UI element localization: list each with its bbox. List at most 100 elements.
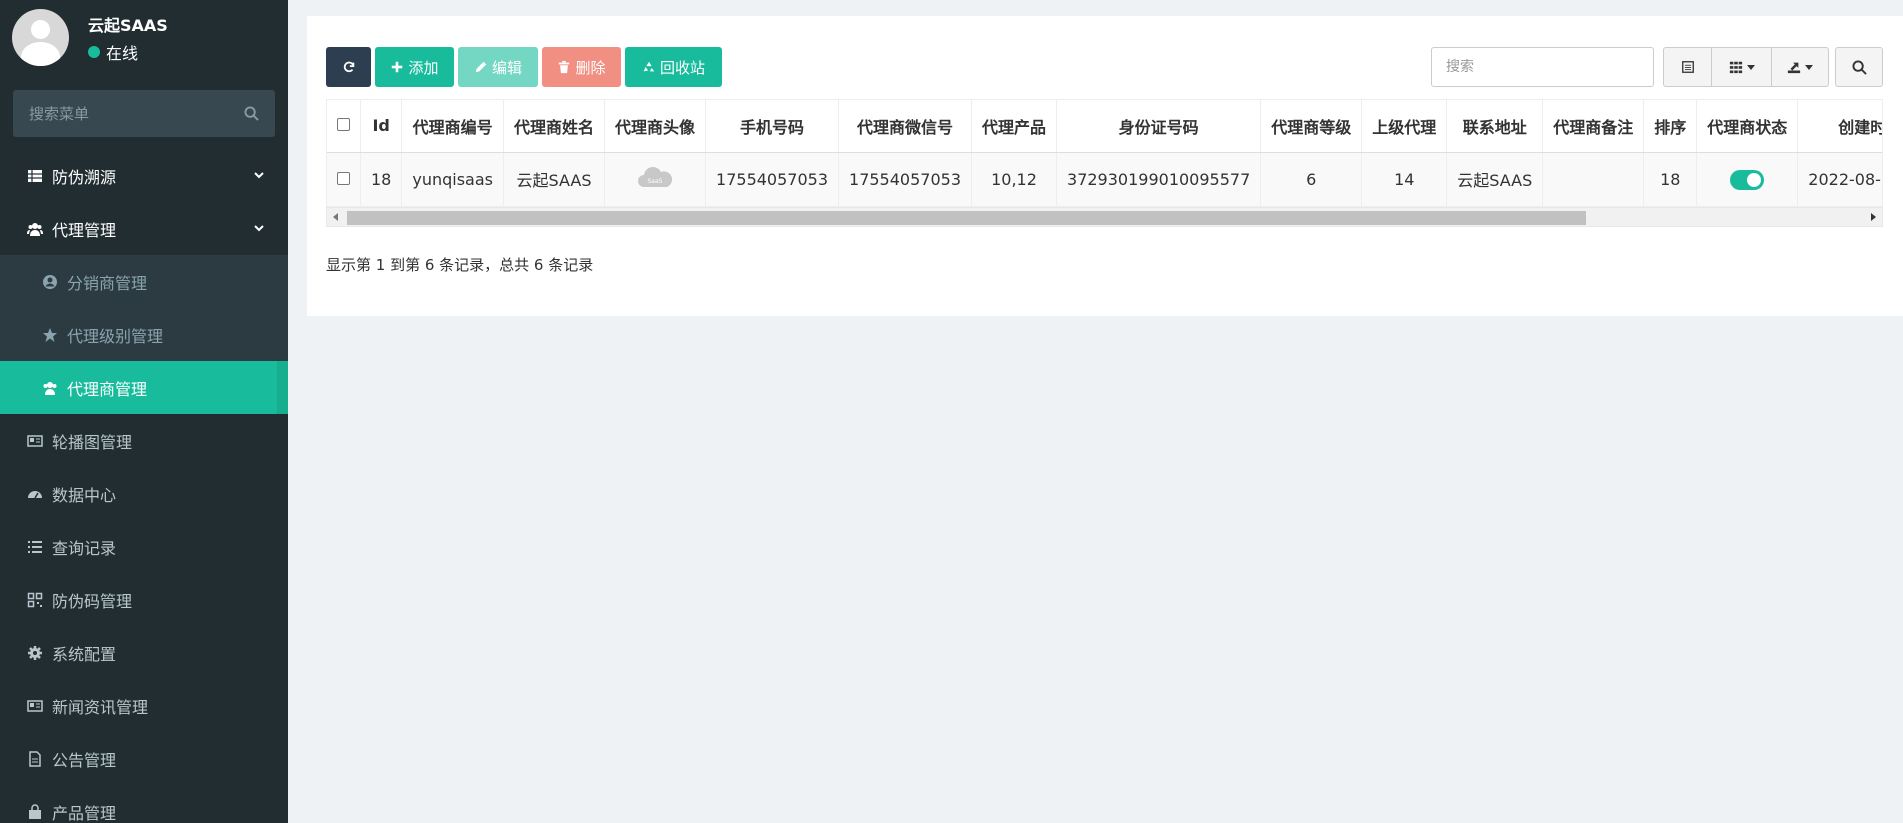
column-header[interactable]: 代理商状态 [1696, 100, 1799, 153]
sidebar-item-announcement[interactable]: 公告管理 [0, 732, 288, 785]
status-toggle[interactable] [1730, 169, 1765, 190]
grid-icon [1729, 61, 1742, 74]
sidebar-item-agent-level[interactable]: 代理级别管理 [0, 308, 288, 361]
cell-code: yunqisaas [401, 152, 504, 206]
column-header[interactable]: 代理商备注 [1542, 100, 1645, 153]
content-card: 添加 编辑 删除 回收站 Id [307, 16, 1903, 316]
user-name: 云起SAAS [88, 16, 168, 35]
column-header[interactable]: 代理商头像 [604, 100, 707, 153]
table-header-row: Id 代理商编号 代理商姓名 代理商头像 手机号码 代理商微信号 代理产品 身份… [327, 100, 1882, 153]
gear-icon [26, 644, 44, 662]
chevron-down-icon [254, 172, 264, 179]
scroll-left-icon[interactable] [333, 213, 338, 221]
users-icon [41, 379, 59, 397]
column-header[interactable]: 排序 [1643, 100, 1698, 153]
edit-button[interactable]: 编辑 [458, 47, 538, 87]
sidebar-item-data-center[interactable]: 数据中心 [0, 467, 288, 520]
sidebar-item-agent[interactable]: 代理商管理 [0, 361, 288, 414]
table-tools [1663, 47, 1829, 87]
search-icon[interactable] [244, 106, 259, 121]
cell-level: 6 [1260, 152, 1363, 206]
sidebar-item-label: 代理管理 [52, 220, 117, 240]
sidebar-search [13, 90, 275, 137]
user-circle-icon [41, 273, 59, 291]
column-header[interactable]: 手机号码 [705, 100, 840, 153]
select-all-checkbox[interactable] [337, 118, 350, 132]
add-button[interactable]: 添加 [375, 47, 454, 87]
scrollbar-thumb[interactable] [347, 211, 1586, 225]
sidebar-item-distributor[interactable]: 分销商管理 [0, 255, 288, 308]
sidebar-item-query-log[interactable]: 查询记录 [0, 520, 288, 573]
column-header[interactable]: 联系地址 [1446, 100, 1544, 153]
shopping-bag-icon [26, 803, 44, 821]
column-header[interactable]: 创建时间 [1797, 100, 1882, 153]
chevron-down-icon [254, 225, 264, 232]
recycle-bin-label: 回收站 [659, 58, 705, 77]
sidebar-item-agent-management[interactable]: 代理管理 [0, 202, 288, 255]
cell-id: 18 [360, 152, 403, 206]
sidebar-item-label: 防伪码管理 [52, 591, 133, 611]
column-header[interactable]: 代理商编号 [401, 100, 504, 153]
list-ul-icon [26, 538, 44, 556]
delete-button[interactable]: 删除 [542, 47, 621, 87]
users-icon [26, 220, 44, 238]
table-row[interactable]: 18 yunqisaas 云起SAAS SaaS 17554057053 175… [327, 152, 1882, 206]
toggle-view-button[interactable] [1664, 48, 1713, 86]
sidebar-item-traceability[interactable]: 防伪溯源 [0, 149, 288, 202]
cloud-avatar-icon[interactable]: SaaS [636, 163, 674, 191]
caret-down-icon [1804, 64, 1813, 70]
row-checkbox[interactable] [337, 171, 350, 185]
cell-parent: 14 [1361, 152, 1448, 206]
cell-status [1696, 152, 1799, 206]
table-search-input[interactable] [1431, 47, 1654, 87]
column-header[interactable]: 代理产品 [971, 100, 1058, 153]
recycle-icon [643, 61, 655, 72]
cell-sort: 18 [1643, 152, 1698, 206]
sidebar-item-anticounterfeit-code[interactable]: 防伪码管理 [0, 573, 288, 626]
column-header[interactable]: 上级代理 [1361, 100, 1448, 153]
column-header[interactable]: 代理商等级 [1260, 100, 1363, 153]
sidebar-item-news[interactable]: 新闻资讯管理 [0, 679, 288, 732]
cell-remark [1542, 152, 1645, 206]
user-status: 在线 [88, 40, 138, 64]
cell-phone: 17554057053 [705, 152, 840, 206]
horizontal-scrollbar[interactable] [326, 207, 1883, 227]
scroll-right-icon[interactable] [1871, 213, 1876, 221]
delete-button-label: 删除 [575, 58, 606, 77]
advanced-search-button[interactable] [1835, 47, 1883, 87]
column-header[interactable]: 代理商姓名 [503, 100, 606, 153]
caret-down-icon [1746, 64, 1755, 70]
sidebar-item-product[interactable]: 产品管理 [0, 785, 288, 823]
edit-button-label: 编辑 [491, 58, 522, 77]
agent-table: Id 代理商编号 代理商姓名 代理商头像 手机号码 代理商微信号 代理产品 身份… [326, 99, 1883, 207]
sidebar-search-input[interactable] [29, 104, 244, 123]
sidebar-item-label: 分销商管理 [67, 273, 148, 293]
refresh-button[interactable] [326, 47, 371, 87]
search-icon [1851, 59, 1867, 75]
recycle-bin-button[interactable]: 回收站 [625, 47, 722, 87]
export-icon [1787, 62, 1800, 74]
export-button[interactable] [1772, 48, 1828, 86]
column-header[interactable]: 代理商微信号 [838, 100, 972, 153]
cell-idcard: 372930199010095577 [1056, 152, 1262, 206]
row-select-cell[interactable] [327, 152, 361, 206]
user-panel: 云起SAAS 在线 [0, 0, 288, 75]
star-icon [41, 326, 59, 344]
dashboard-icon [26, 485, 44, 503]
header-select-all[interactable] [327, 100, 361, 153]
column-header[interactable]: 身份证号码 [1056, 100, 1262, 153]
columns-button[interactable] [1712, 48, 1772, 86]
cell-wechat: 17554057053 [838, 152, 972, 206]
sidebar-item-label: 代理级别管理 [67, 326, 164, 346]
newspaper-icon [26, 432, 44, 450]
avatar-label: SaaS [648, 178, 663, 185]
qrcode-icon [26, 591, 44, 609]
cell-created: 2022-08-24 18: [1797, 152, 1882, 206]
list-icon [26, 167, 44, 185]
column-header[interactable]: Id [360, 100, 403, 153]
online-dot-icon [88, 46, 100, 58]
cell-address: 云起SAAS [1446, 152, 1544, 206]
sidebar-item-carousel[interactable]: 轮播图管理 [0, 414, 288, 467]
sidebar-item-system-config[interactable]: 系统配置 [0, 626, 288, 679]
newspaper-icon [26, 697, 44, 715]
